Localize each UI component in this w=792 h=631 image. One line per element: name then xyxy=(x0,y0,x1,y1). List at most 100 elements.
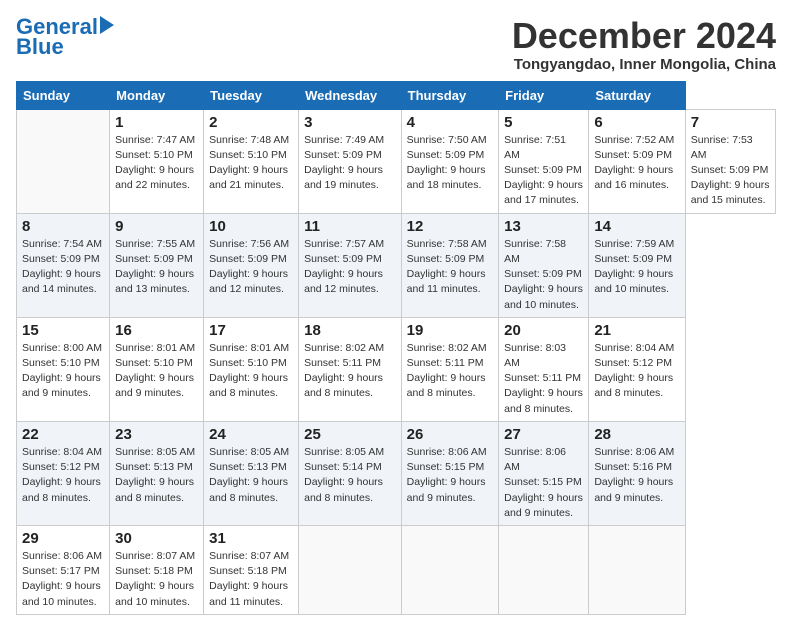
day-number: 21 xyxy=(594,322,679,339)
day-detail: Sunrise: 8:05 AMSunset: 5:13 PMDaylight:… xyxy=(209,446,289,504)
day-detail: Sunrise: 7:47 AMSunset: 5:10 PMDaylight:… xyxy=(115,134,195,192)
calendar-cell: 26 Sunrise: 8:06 AMSunset: 5:15 PMDaylig… xyxy=(401,421,498,525)
day-detail: Sunrise: 7:57 AMSunset: 5:09 PMDaylight:… xyxy=(304,238,384,296)
day-detail: Sunrise: 8:05 AMSunset: 5:14 PMDaylight:… xyxy=(304,446,384,504)
logo: General Blue xyxy=(16,16,114,58)
calendar-cell: 24 Sunrise: 8:05 AMSunset: 5:13 PMDaylig… xyxy=(204,421,299,525)
calendar-cell: 19 Sunrise: 8:02 AMSunset: 5:11 PMDaylig… xyxy=(401,317,498,421)
calendar-cell xyxy=(499,525,589,614)
day-number: 27 xyxy=(504,426,583,443)
day-detail: Sunrise: 8:04 AMSunset: 5:12 PMDaylight:… xyxy=(22,446,102,504)
calendar-cell: 16 Sunrise: 8:01 AMSunset: 5:10 PMDaylig… xyxy=(110,317,204,421)
day-detail: Sunrise: 8:01 AMSunset: 5:10 PMDaylight:… xyxy=(209,342,289,400)
page-header: General Blue December 2024 Tongyangdao, … xyxy=(16,16,776,73)
day-detail: Sunrise: 7:58 AMSunset: 5:09 PMDaylight:… xyxy=(504,238,583,311)
day-number: 31 xyxy=(209,530,293,547)
calendar-cell: 27 Sunrise: 8:06 AMSunset: 5:15 PMDaylig… xyxy=(499,421,589,525)
day-detail: Sunrise: 8:06 AMSunset: 5:15 PMDaylight:… xyxy=(407,446,487,504)
day-detail: Sunrise: 8:01 AMSunset: 5:10 PMDaylight:… xyxy=(115,342,195,400)
calendar-cell: 4 Sunrise: 7:50 AMSunset: 5:09 PMDayligh… xyxy=(401,109,498,213)
calendar-cell: 5 Sunrise: 7:51 AMSunset: 5:09 PMDayligh… xyxy=(499,109,589,213)
day-detail: Sunrise: 7:56 AMSunset: 5:09 PMDaylight:… xyxy=(209,238,289,296)
calendar-cell: 31 Sunrise: 8:07 AMSunset: 5:18 PMDaylig… xyxy=(204,525,299,614)
calendar-cell: 6 Sunrise: 7:52 AMSunset: 5:09 PMDayligh… xyxy=(589,109,685,213)
day-detail: Sunrise: 8:06 AMSunset: 5:15 PMDaylight:… xyxy=(504,446,583,519)
day-detail: Sunrise: 8:06 AMSunset: 5:16 PMDaylight:… xyxy=(594,446,674,504)
day-detail: Sunrise: 7:58 AMSunset: 5:09 PMDaylight:… xyxy=(407,238,487,296)
day-detail: Sunrise: 7:52 AMSunset: 5:09 PMDaylight:… xyxy=(594,134,674,192)
calendar-cell: 7 Sunrise: 7:53 AMSunset: 5:09 PMDayligh… xyxy=(685,109,775,213)
logo-arrow-icon xyxy=(100,16,114,34)
calendar-cell: 15 Sunrise: 8:00 AMSunset: 5:10 PMDaylig… xyxy=(17,317,110,421)
day-number: 4 xyxy=(407,114,493,131)
calendar-week-4: 29 Sunrise: 8:06 AMSunset: 5:17 PMDaylig… xyxy=(17,525,776,614)
day-detail: Sunrise: 8:06 AMSunset: 5:17 PMDaylight:… xyxy=(22,550,102,608)
day-number: 23 xyxy=(115,426,198,443)
calendar-week-1: 8 Sunrise: 7:54 AMSunset: 5:09 PMDayligh… xyxy=(17,213,776,317)
calendar-table: SundayMondayTuesdayWednesdayThursdayFrid… xyxy=(16,81,776,615)
day-number: 12 xyxy=(407,218,493,235)
day-number: 11 xyxy=(304,218,396,235)
day-number: 16 xyxy=(115,322,198,339)
col-header-friday: Friday xyxy=(499,81,589,109)
day-number: 6 xyxy=(594,114,679,131)
calendar-cell: 14 Sunrise: 7:59 AMSunset: 5:09 PMDaylig… xyxy=(589,213,685,317)
day-detail: Sunrise: 8:07 AMSunset: 5:18 PMDaylight:… xyxy=(209,550,289,608)
col-header-saturday: Saturday xyxy=(589,81,685,109)
day-number: 5 xyxy=(504,114,583,131)
calendar-cell: 9 Sunrise: 7:55 AMSunset: 5:09 PMDayligh… xyxy=(110,213,204,317)
day-number: 30 xyxy=(115,530,198,547)
day-detail: Sunrise: 7:55 AMSunset: 5:09 PMDaylight:… xyxy=(115,238,195,296)
day-detail: Sunrise: 8:02 AMSunset: 5:11 PMDaylight:… xyxy=(304,342,384,400)
calendar-week-0: 1 Sunrise: 7:47 AMSunset: 5:10 PMDayligh… xyxy=(17,109,776,213)
calendar-cell: 25 Sunrise: 8:05 AMSunset: 5:14 PMDaylig… xyxy=(299,421,402,525)
day-number: 7 xyxy=(691,114,770,131)
calendar-cell: 1 Sunrise: 7:47 AMSunset: 5:10 PMDayligh… xyxy=(110,109,204,213)
calendar-week-3: 22 Sunrise: 8:04 AMSunset: 5:12 PMDaylig… xyxy=(17,421,776,525)
day-detail: Sunrise: 8:03 AMSunset: 5:11 PMDaylight:… xyxy=(504,342,583,415)
month-title: December 2024 xyxy=(512,16,776,56)
day-number: 15 xyxy=(22,322,104,339)
col-header-sunday: Sunday xyxy=(17,81,110,109)
calendar-cell: 28 Sunrise: 8:06 AMSunset: 5:16 PMDaylig… xyxy=(589,421,685,525)
calendar-week-2: 15 Sunrise: 8:00 AMSunset: 5:10 PMDaylig… xyxy=(17,317,776,421)
day-number: 10 xyxy=(209,218,293,235)
calendar-cell xyxy=(589,525,685,614)
calendar-cell: 13 Sunrise: 7:58 AMSunset: 5:09 PMDaylig… xyxy=(499,213,589,317)
day-number: 8 xyxy=(22,218,104,235)
calendar-cell: 20 Sunrise: 8:03 AMSunset: 5:11 PMDaylig… xyxy=(499,317,589,421)
logo-text-blue: Blue xyxy=(16,36,64,58)
day-detail: Sunrise: 8:00 AMSunset: 5:10 PMDaylight:… xyxy=(22,342,102,400)
calendar-cell: 11 Sunrise: 7:57 AMSunset: 5:09 PMDaylig… xyxy=(299,213,402,317)
day-detail: Sunrise: 8:07 AMSunset: 5:18 PMDaylight:… xyxy=(115,550,195,608)
title-block: December 2024 Tongyangdao, Inner Mongoli… xyxy=(512,16,776,73)
day-number: 28 xyxy=(594,426,679,443)
calendar-cell: 30 Sunrise: 8:07 AMSunset: 5:18 PMDaylig… xyxy=(110,525,204,614)
day-number: 3 xyxy=(304,114,396,131)
col-header-tuesday: Tuesday xyxy=(204,81,299,109)
day-number: 17 xyxy=(209,322,293,339)
day-number: 20 xyxy=(504,322,583,339)
calendar-cell: 21 Sunrise: 8:04 AMSunset: 5:12 PMDaylig… xyxy=(589,317,685,421)
day-number: 14 xyxy=(594,218,679,235)
day-detail: Sunrise: 8:02 AMSunset: 5:11 PMDaylight:… xyxy=(407,342,487,400)
day-number: 29 xyxy=(22,530,104,547)
day-detail: Sunrise: 7:50 AMSunset: 5:09 PMDaylight:… xyxy=(407,134,487,192)
day-number: 25 xyxy=(304,426,396,443)
day-detail: Sunrise: 7:48 AMSunset: 5:10 PMDaylight:… xyxy=(209,134,289,192)
day-number: 18 xyxy=(304,322,396,339)
calendar-cell: 23 Sunrise: 8:05 AMSunset: 5:13 PMDaylig… xyxy=(110,421,204,525)
col-header-monday: Monday xyxy=(110,81,204,109)
day-number: 1 xyxy=(115,114,198,131)
day-number: 13 xyxy=(504,218,583,235)
location: Tongyangdao, Inner Mongolia, China xyxy=(512,56,776,73)
calendar-cell: 10 Sunrise: 7:56 AMSunset: 5:09 PMDaylig… xyxy=(204,213,299,317)
calendar-cell: 18 Sunrise: 8:02 AMSunset: 5:11 PMDaylig… xyxy=(299,317,402,421)
col-header-wednesday: Wednesday xyxy=(299,81,402,109)
calendar-cell xyxy=(401,525,498,614)
day-detail: Sunrise: 8:05 AMSunset: 5:13 PMDaylight:… xyxy=(115,446,195,504)
day-number: 26 xyxy=(407,426,493,443)
calendar-cell: 8 Sunrise: 7:54 AMSunset: 5:09 PMDayligh… xyxy=(17,213,110,317)
calendar-cell: 17 Sunrise: 8:01 AMSunset: 5:10 PMDaylig… xyxy=(204,317,299,421)
day-number: 9 xyxy=(115,218,198,235)
